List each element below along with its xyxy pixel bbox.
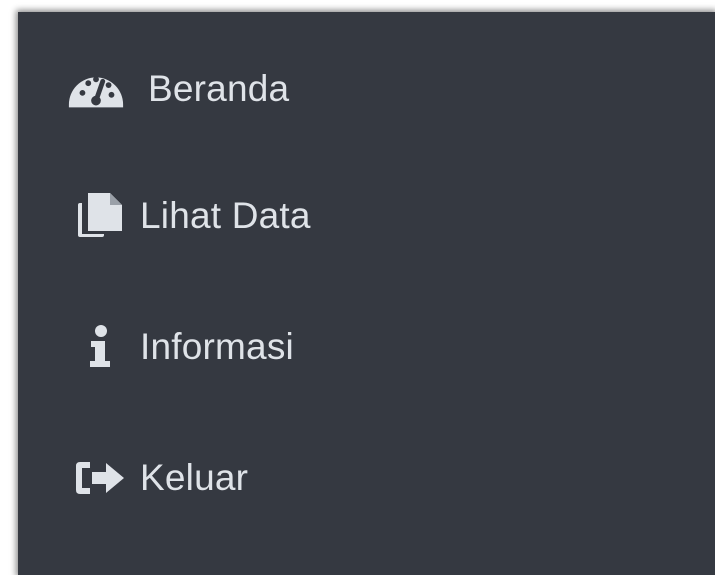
sign-out-icon [70, 448, 130, 508]
sidebar-menu: Beranda Lihat Data Informasi Keluar [18, 12, 715, 575]
screenshot-frame: Beranda Lihat Data Informasi Keluar [0, 0, 715, 575]
dashboard-icon [66, 59, 126, 119]
files-icon [70, 186, 130, 246]
sidebar-item-informasi[interactable]: Informasi [18, 317, 698, 377]
sidebar-item-lihat-data[interactable]: Lihat Data [18, 186, 698, 246]
sidebar-item-label: Keluar [140, 457, 249, 498]
sidebar-item-label: Beranda [148, 68, 290, 109]
info-icon [70, 317, 130, 377]
sidebar-item-label: Informasi [140, 326, 294, 367]
sidebar-item-keluar[interactable]: Keluar [18, 448, 698, 508]
sidebar-item-beranda[interactable]: Beranda [18, 59, 698, 119]
sidebar-item-label: Lihat Data [140, 195, 311, 236]
